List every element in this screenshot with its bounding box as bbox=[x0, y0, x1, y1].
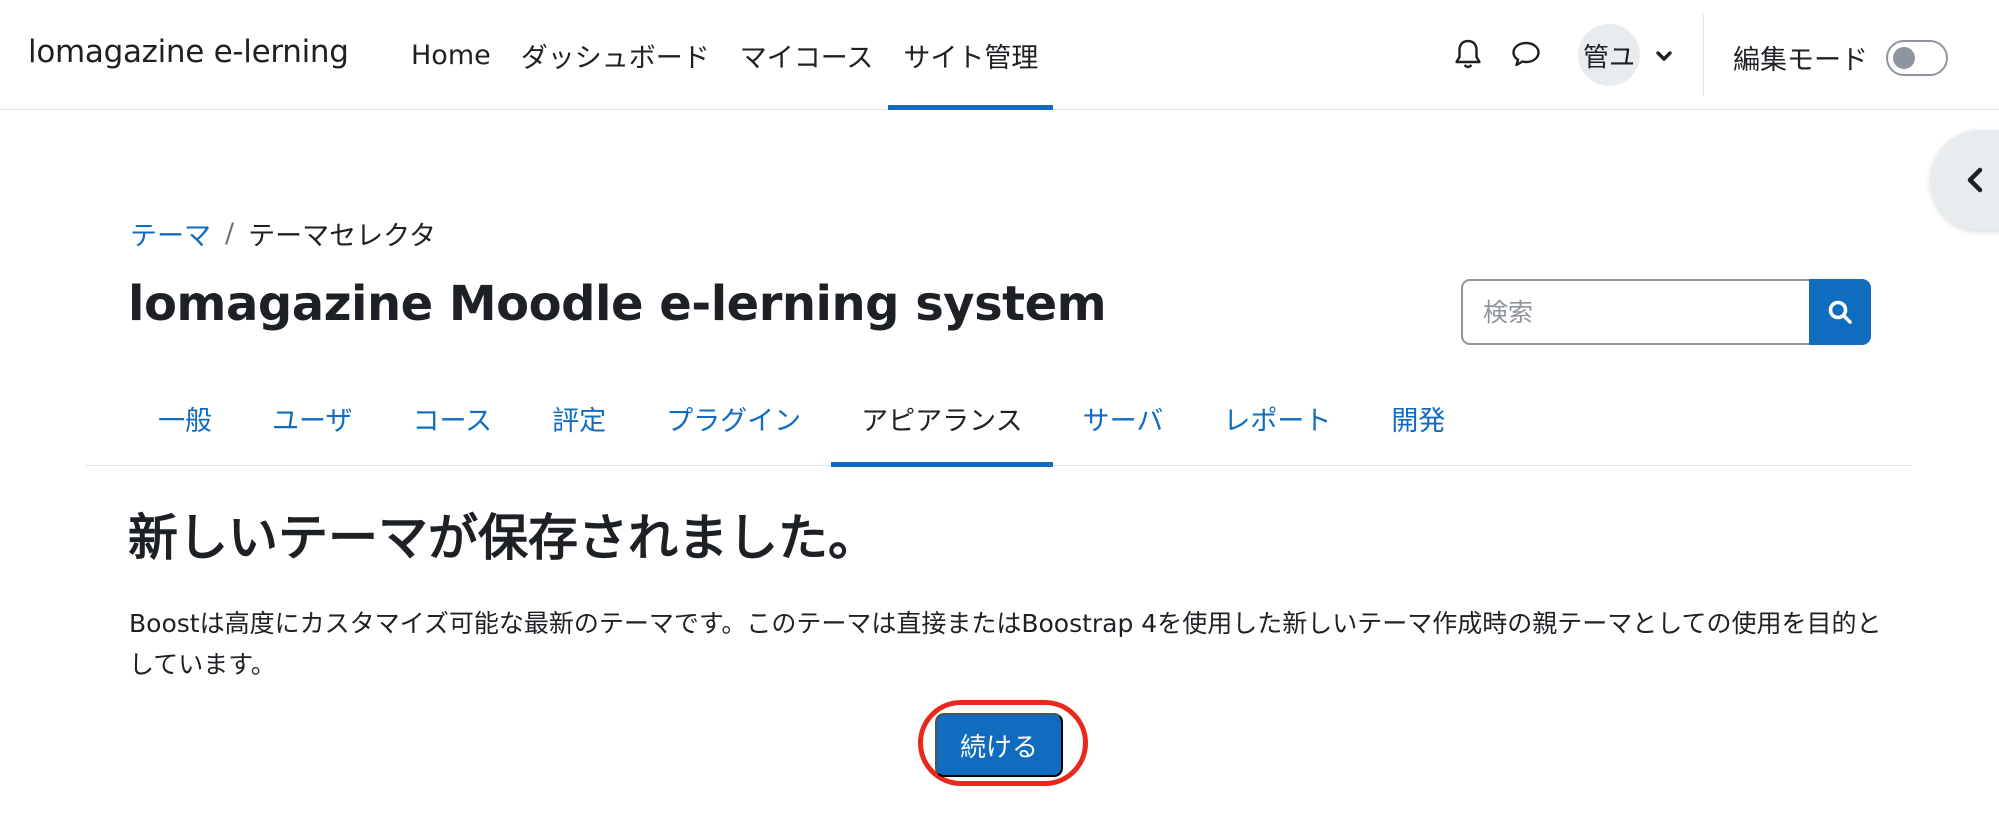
nav-item-site-admin[interactable]: サイト管理 bbox=[888, 0, 1054, 110]
tab-plugins[interactable]: プラグイン bbox=[636, 370, 831, 466]
tab-courses[interactable]: コース bbox=[382, 370, 522, 466]
tab-appearance[interactable]: アピアランス bbox=[831, 370, 1054, 467]
breadcrumb-current: テーマセレクタ bbox=[248, 221, 437, 252]
page-title: lomagazine Moodle e-lerning system bbox=[128, 276, 1107, 332]
search-button[interactable] bbox=[1809, 279, 1871, 345]
breadcrumb-link-theme[interactable]: テーマ bbox=[130, 214, 211, 253]
bell-icon[interactable] bbox=[1450, 36, 1486, 72]
chevron-left-icon bbox=[1967, 167, 1983, 193]
tab-development[interactable]: 開発 bbox=[1361, 370, 1475, 466]
primary-navigation: Home ダッシュボード マイコース サイト管理 bbox=[396, 0, 1054, 110]
chevron-down-icon[interactable] bbox=[1652, 44, 1676, 68]
toggle-knob bbox=[1893, 47, 1915, 69]
tab-users[interactable]: ユーザ bbox=[242, 370, 382, 466]
navbar-divider bbox=[1703, 14, 1704, 96]
tab-general[interactable]: 一般 bbox=[158, 370, 242, 466]
continue-button[interactable]: 続ける bbox=[935, 713, 1063, 777]
site-brand[interactable]: lomagazine e-lerning bbox=[28, 34, 349, 70]
edit-mode-toggle[interactable] bbox=[1886, 40, 1948, 76]
drawer-open-button[interactable] bbox=[1930, 130, 1999, 230]
top-navbar: lomagazine e-lerning Home ダッシュボード マイコース … bbox=[0, 0, 1999, 110]
search-form bbox=[1461, 279, 1871, 345]
tab-grades[interactable]: 評定 bbox=[522, 370, 636, 466]
theme-saved-heading: 新しいテーマが保存されました。 bbox=[128, 509, 878, 567]
search-icon bbox=[1828, 300, 1852, 324]
user-avatar[interactable]: 管ユ bbox=[1578, 24, 1640, 86]
secondary-navigation: 一般 ユーザ コース 評定 プラグイン アピアランス サーバ レポート 開発 bbox=[86, 370, 1912, 467]
breadcrumb-separator: / bbox=[225, 218, 235, 249]
edit-mode-label: 編集モード bbox=[1733, 45, 1868, 76]
nav-item-my-courses[interactable]: マイコース bbox=[725, 0, 889, 110]
nav-item-home[interactable]: Home bbox=[396, 0, 506, 110]
breadcrumb: テーマ / テーマセレクタ bbox=[130, 214, 436, 253]
nav-item-dashboard[interactable]: ダッシュボード bbox=[506, 0, 725, 110]
tab-reports[interactable]: レポート bbox=[1193, 370, 1361, 466]
search-input[interactable] bbox=[1461, 279, 1809, 345]
tab-server[interactable]: サーバ bbox=[1053, 370, 1194, 466]
message-icon[interactable] bbox=[1508, 36, 1544, 72]
theme-description: Boostは高度にカスタマイズ可能な最新のテーマです。このテーマは直接またはBo… bbox=[129, 609, 1882, 679]
